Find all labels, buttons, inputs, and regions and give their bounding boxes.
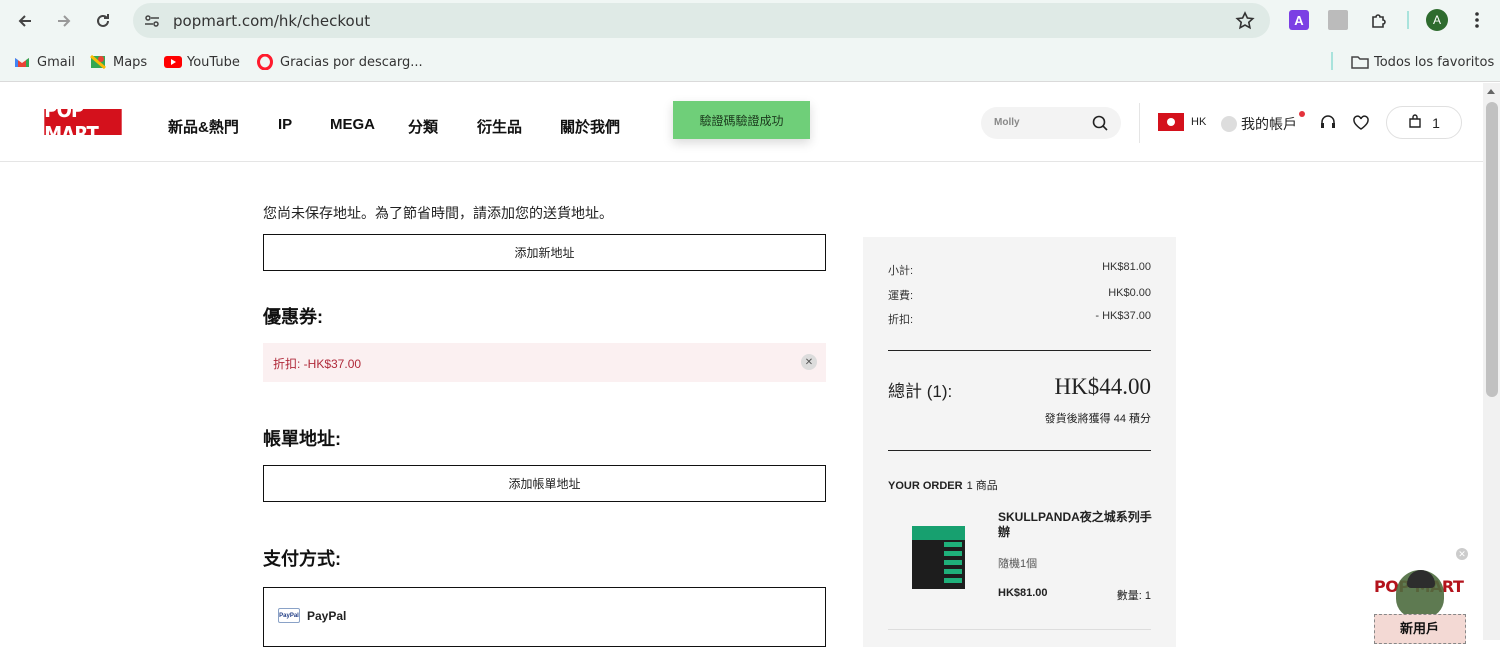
add-billing-address-button[interactable]: 添加帳單地址 [263,465,826,502]
browser-menu-icon[interactable] [1466,9,1488,31]
add-address-button[interactable]: 添加新地址 [263,234,826,271]
bookmark-star-icon[interactable] [1234,10,1256,32]
popmart-logo[interactable]: POP MART [44,98,122,146]
order-title: YOUR ORDER [888,480,963,492]
scroll-up-arrow[interactable] [1487,89,1495,94]
menu-derivatives[interactable]: 衍生品 [477,116,522,137]
product-quantity: 數量: 1 [1116,590,1151,602]
extensions-puzzle-icon[interactable] [1368,9,1390,31]
youtube-icon [164,54,182,70]
menu-about[interactable]: 關於我們 [560,116,620,137]
paypal-icon: PayPal [278,608,300,623]
paypal-label: PayPal [307,609,347,623]
bag-icon [1408,114,1422,131]
menu-mega[interactable]: MEGA [330,116,375,133]
cart-count: 1 [1432,114,1440,131]
notification-dot [1299,111,1305,117]
header-divider [1139,103,1140,143]
menu-categories[interactable]: 分類 [408,116,438,137]
product-variant: 隨機1個 [998,558,1038,570]
search-icon[interactable] [1091,114,1109,132]
account-link[interactable]: 我的帳戶 [1221,114,1297,134]
back-icon[interactable] [12,8,38,34]
bookmarks-bar: Gmail Maps YouTube Gracias por descarg..… [0,41,1500,82]
summary-divider [888,629,1151,630]
billing-address-title: 帳單地址: [263,429,341,449]
promo-text[interactable]: 新用戶 [1400,618,1439,637]
order-count: 1 商品 [966,480,998,492]
shipping-label: 運費: [888,290,914,302]
bookmark-opera[interactable]: Gracias por descarg... [257,53,423,71]
hk-flag-icon[interactable] [1158,113,1184,131]
order-summary: 小計: HK$81.00 運費: HK$0.00 折扣: - HK$37.00 … [863,237,1176,647]
profile-avatar[interactable]: A [1426,9,1448,31]
coupon-discount-text: 折扣: -HK$37.00 [273,357,362,371]
opera-icon [257,53,273,71]
discount-label: 折扣: [888,314,914,326]
menu-ip[interactable]: IP [278,116,292,133]
maps-icon [90,54,106,70]
address-notice: 您尚未保存地址。為了節省時間，請添加您的送貨地址。 [263,205,613,221]
browser-toolbar: popmart.com/hk/checkout A A [0,0,1500,41]
bookmark-maps[interactable]: Maps [90,53,147,71]
toolbar-divider [1407,11,1409,29]
subtotal-value: HK$81.00 [1102,261,1151,273]
cart-button[interactable]: 1 [1386,106,1462,139]
promo-close-icon[interactable]: ✕ [1456,548,1468,560]
bookmark-youtube[interactable]: YouTube [164,53,240,71]
coupon-title: 優惠券: [263,307,323,327]
all-bookmarks[interactable]: Todos los favoritos [1351,53,1494,71]
subtotal-label: 小計: [888,265,914,277]
product-image[interactable] [912,526,965,589]
account-avatar-icon [1221,116,1237,132]
discount-value: - HK$37.00 [1095,310,1151,322]
shipping-value: HK$0.00 [1108,287,1151,299]
search-placeholder: Molly [994,117,1020,128]
menu-new-hot[interactable]: 新品&熱門 [168,116,239,137]
region-label[interactable]: HK [1191,116,1206,128]
search-input[interactable]: Molly [981,107,1121,139]
summary-divider [888,350,1151,351]
url-text[interactable]: popmart.com/hk/checkout [173,12,370,30]
heart-icon[interactable] [1352,114,1370,132]
address-bar[interactable]: popmart.com/hk/checkout [133,3,1270,38]
remove-coupon-icon[interactable]: ✕ [801,354,817,370]
site-settings-icon[interactable] [142,11,162,31]
total-label: 總計 (1): [888,382,953,401]
folder-icon [1351,54,1369,70]
customer-service-icon[interactable] [1319,114,1337,132]
site-header: POP MART 新品&熱門 IP MEGA 分類 衍生品 關於我們 驗證碼驗證… [0,83,1483,162]
success-toast: 驗證碼驗證成功 [673,101,810,139]
payment-method-title: 支付方式: [263,549,341,569]
order-header: YOUR ORDER 1 商品 [888,477,998,493]
extension-a-icon[interactable]: A [1288,9,1310,31]
total-value: HK$44.00 [1054,374,1151,399]
bookmarks-divider [1331,52,1333,70]
product-name[interactable]: SKULLPANDA夜之城系列手辦 [998,510,1153,540]
reload-icon[interactable] [90,8,116,34]
bookmark-gmail[interactable]: Gmail [14,53,75,71]
extension-profile-icon[interactable] [1327,9,1349,31]
applied-coupon: 折扣: -HK$37.00 ✕ [263,343,826,382]
scrollbar-thumb[interactable] [1486,102,1498,397]
forward-icon[interactable] [51,8,77,34]
product-price: HK$81.00 [998,587,1048,599]
points-note: 發貨後將獲得 44 積分 [1044,413,1151,425]
summary-divider [888,450,1151,451]
paypal-option[interactable]: PayPal PayPal [263,587,826,647]
gmail-icon [14,54,30,70]
